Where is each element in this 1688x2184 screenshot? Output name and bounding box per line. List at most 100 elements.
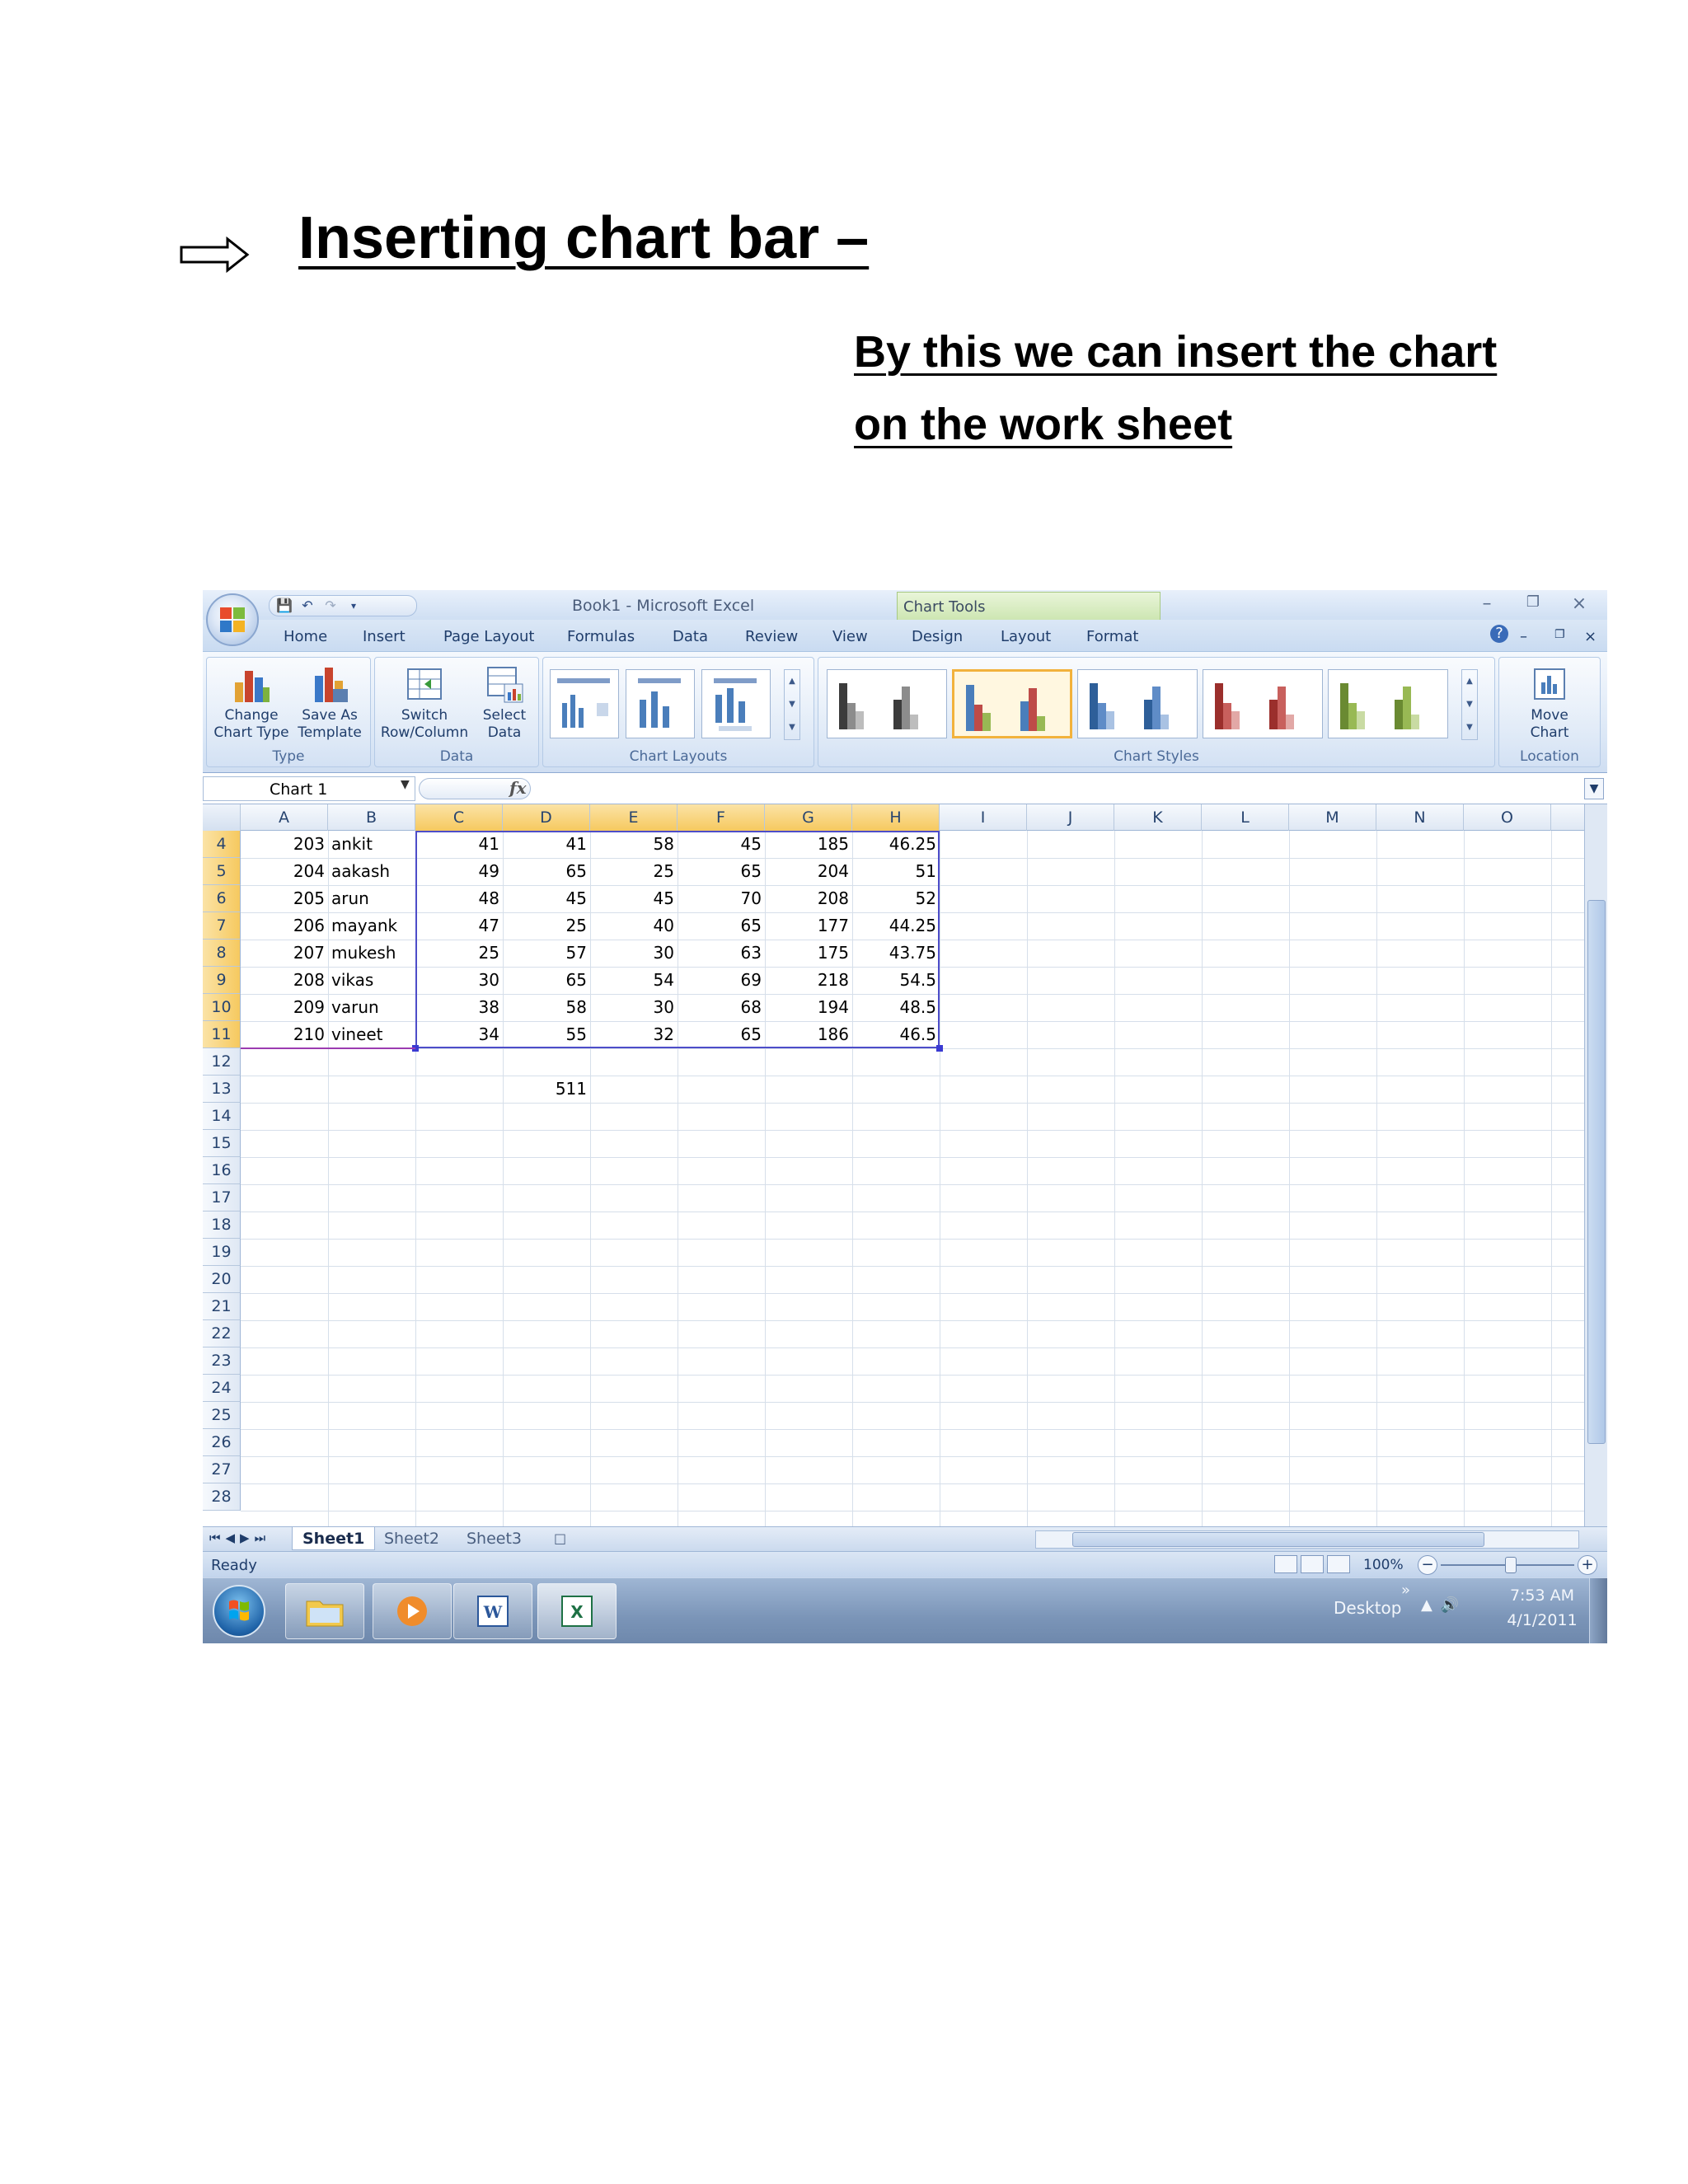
column-header-a[interactable]: A	[241, 804, 328, 831]
range-resize-handle[interactable]	[936, 1045, 943, 1052]
table-cell[interactable]: 69	[678, 967, 765, 994]
sheet-tab-sheet1[interactable]: Sheet1	[292, 1527, 376, 1550]
chart-styles-scroll[interactable]: ▲ ▼ ▼	[1461, 669, 1478, 740]
column-header-h[interactable]: H	[852, 804, 940, 831]
save-icon[interactable]: 💾	[276, 598, 293, 613]
normal-view-button[interactable]	[1274, 1555, 1297, 1573]
tab-data[interactable]: Data	[673, 628, 708, 645]
expand-formula-bar-button[interactable]: ▼	[1584, 778, 1604, 799]
table-cell[interactable]: 177	[765, 912, 852, 940]
table-cell[interactable]: 41	[415, 831, 503, 858]
row-header-27[interactable]: 27	[203, 1456, 241, 1483]
switch-row-column-button[interactable]: Switch Row/Column	[378, 664, 471, 742]
table-cell[interactable]: 210	[241, 1021, 328, 1048]
chart-style-5[interactable]	[1328, 669, 1448, 738]
table-cell[interactable]: 207	[241, 940, 328, 967]
zoom-slider-knob[interactable]	[1505, 1557, 1517, 1573]
table-cell[interactable]: 30	[590, 994, 678, 1021]
table-cell[interactable]: 51	[852, 858, 940, 885]
chart-layouts-scroll[interactable]: ▲ ▼ ▼	[784, 669, 800, 740]
change-chart-type-button[interactable]: Change Chart Type	[212, 664, 291, 742]
select-data-button[interactable]: Select Data	[474, 664, 535, 742]
table-cell[interactable]: ankit	[328, 831, 415, 858]
worksheet-grid[interactable]: ABCDEFGHIJKLMNO 4 5 6 7 8 9 10 11 12 13 14 15 16 17 18…	[203, 804, 1584, 1526]
chart-layout-1[interactable]	[550, 669, 619, 738]
show-desktop-button[interactable]	[1589, 1578, 1607, 1643]
row-header-8[interactable]: 8	[203, 940, 241, 967]
chart-style-4[interactable]	[1203, 669, 1323, 738]
chart-layout-3[interactable]	[701, 669, 771, 738]
table-cell[interactable]: 41	[503, 831, 590, 858]
table-cell[interactable]: 186	[765, 1021, 852, 1048]
clock-time[interactable]: 7:53 AM	[1505, 1586, 1579, 1605]
column-header-c[interactable]: C	[415, 804, 503, 831]
row-header-11[interactable]: 11	[203, 1021, 241, 1048]
table-cell[interactable]: 204	[241, 858, 328, 885]
table-cell[interactable]: 57	[503, 940, 590, 967]
sheet-tab-sheet3[interactable]: Sheet3	[457, 1527, 532, 1550]
page-break-view-button[interactable]	[1327, 1555, 1350, 1573]
tab-layout[interactable]: Layout	[1001, 628, 1051, 645]
chart-style-2[interactable]	[952, 669, 1072, 738]
table-cell[interactable]: 203	[241, 831, 328, 858]
name-box[interactable]: Chart 1	[203, 776, 415, 801]
taskbar-media-player[interactable]	[373, 1583, 452, 1639]
table-cell[interactable]: 54.5	[852, 967, 940, 994]
tab-page-layout[interactable]: Page Layout	[443, 628, 535, 645]
zoom-level[interactable]: 100%	[1363, 1557, 1404, 1573]
ribbon-minimize-button[interactable]: –	[1520, 628, 1527, 645]
name-box-dropdown-icon[interactable]: ▼	[401, 778, 410, 791]
insert-sheet-icon[interactable]: □	[544, 1527, 576, 1550]
column-header-n[interactable]: N	[1376, 804, 1464, 831]
start-button[interactable]	[213, 1585, 265, 1638]
table-cell[interactable]: 65	[678, 1021, 765, 1048]
table-cell[interactable]: 63	[678, 940, 765, 967]
row-header-6[interactable]: 6	[203, 885, 241, 912]
table-cell[interactable]: 65	[503, 967, 590, 994]
table-cell[interactable]: 49	[415, 858, 503, 885]
insert-function-button[interactable]: fx	[509, 778, 527, 798]
taskbar-excel[interactable]: X	[537, 1583, 617, 1639]
table-cell[interactable]: 65	[503, 858, 590, 885]
tab-design[interactable]: Design	[912, 628, 963, 645]
table-cell[interactable]: 70	[678, 885, 765, 912]
column-header-l[interactable]: L	[1202, 804, 1289, 831]
table-cell[interactable]: 44.25	[852, 912, 940, 940]
row-header-25[interactable]: 25	[203, 1402, 241, 1429]
table-cell[interactable]: 65	[678, 912, 765, 940]
row-header-10[interactable]: 10	[203, 994, 241, 1021]
column-header-d[interactable]: D	[503, 804, 590, 831]
table-cell[interactable]: varun	[328, 994, 415, 1021]
table-cell[interactable]: 208	[765, 885, 852, 912]
tab-insert[interactable]: Insert	[363, 628, 406, 645]
row-header-19[interactable]: 19	[203, 1239, 241, 1266]
table-cell[interactable]: 40	[590, 912, 678, 940]
row-header-13[interactable]: 13	[203, 1076, 241, 1103]
vertical-scrollbar[interactable]	[1584, 804, 1607, 1526]
row-header-22[interactable]: 22	[203, 1320, 241, 1347]
customize-toolbar-icon[interactable]: ▾	[345, 598, 362, 613]
row-header-26[interactable]: 26	[203, 1429, 241, 1456]
table-cell[interactable]: 48.5	[852, 994, 940, 1021]
save-as-template-button[interactable]: Save As Template	[293, 664, 367, 742]
vertical-scrollbar-thumb[interactable]	[1587, 900, 1606, 1444]
table-cell[interactable]: 68	[678, 994, 765, 1021]
table-cell[interactable]: 30	[415, 967, 503, 994]
table-cell[interactable]: mayank	[328, 912, 415, 940]
row-header-5[interactable]: 5	[203, 858, 241, 885]
table-cell[interactable]: 25	[503, 912, 590, 940]
row-header-15[interactable]: 15	[203, 1130, 241, 1157]
table-cell[interactable]: vikas	[328, 967, 415, 994]
table-cell[interactable]: 52	[852, 885, 940, 912]
table-cell[interactable]: 47	[415, 912, 503, 940]
select-all-button[interactable]	[203, 804, 241, 831]
horizontal-scrollbar[interactable]	[1035, 1530, 1579, 1549]
table-cell[interactable]: 208	[241, 967, 328, 994]
cell-d13[interactable]: 511	[503, 1076, 590, 1103]
row-header-9[interactable]: 9	[203, 967, 241, 994]
table-cell[interactable]: 45	[503, 885, 590, 912]
table-cell[interactable]: 30	[590, 940, 678, 967]
table-cell[interactable]: 194	[765, 994, 852, 1021]
zoom-in-button[interactable]: +	[1578, 1555, 1597, 1575]
ribbon-restore-button[interactable]: ❐	[1554, 628, 1565, 641]
